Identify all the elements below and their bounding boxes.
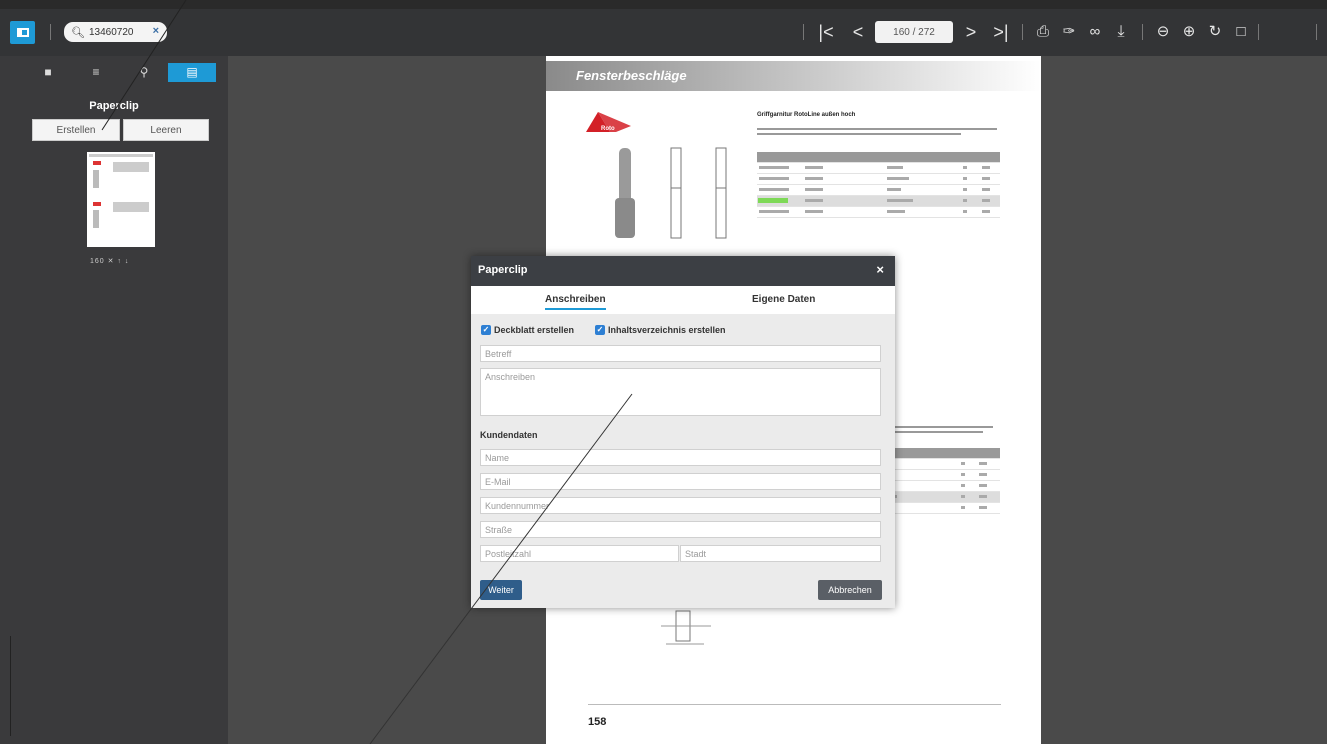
toolbar-divider (1142, 24, 1143, 40)
dialog-header: Paperclip × (471, 256, 895, 286)
city-field[interactable]: Stadt (680, 545, 881, 562)
cover-checkbox-label: Deckblatt erstellen (494, 325, 575, 335)
search-value: 13460720 (88, 26, 134, 38)
toc-checkbox[interactable]: ✓ (595, 325, 605, 335)
sidebar-toggle-icon (16, 28, 29, 37)
close-icon[interactable]: × (876, 262, 884, 277)
rotate-icon[interactable]: ↻ (1204, 23, 1226, 41)
cover-checkbox[interactable]: ✓ (481, 325, 491, 335)
page-header: Fensterbeschläge (546, 61, 1041, 91)
cover-checkbox-row[interactable]: ✓ Deckblatt erstellen (481, 325, 574, 335)
document-icon[interactable]: □ (1230, 23, 1252, 41)
toolbar-divider (1258, 24, 1259, 40)
toc-checkbox-row[interactable]: ✓ Inhaltsverzeichnis erstellen (595, 325, 726, 335)
paperclip-title: Paperclip (89, 100, 139, 112)
page-indicator: 160 / 272 (893, 26, 935, 38)
customer-section-label: Kundendaten (480, 430, 538, 440)
download-icon[interactable]: ⤓ (1110, 23, 1132, 41)
paperclip-dialog: Paperclip × Anschreiben Eigene Daten ✓ D… (471, 256, 895, 608)
subject-field[interactable]: Betreff (480, 345, 881, 362)
tab-outline[interactable]: ≡ (72, 63, 120, 82)
thumbnail-label[interactable]: 160 ✕ ↑ ↓ (90, 257, 129, 265)
product-description-2 (893, 426, 993, 436)
toolbar-divider (1316, 24, 1317, 40)
page-footer-rule (588, 704, 1001, 705)
product-drawing (615, 147, 727, 239)
search-input[interactable]: 🔍︎ 13460720 × (64, 22, 167, 42)
page-header-title: Fensterbeschläge (576, 68, 687, 83)
sidebar-divider (10, 636, 11, 736)
link-icon[interactable]: ∞ (1084, 23, 1106, 41)
toolbar: 🔍︎ 13460720 × |< < 160 / 272 > >| ⎙ ✑ ∞ … (0, 0, 1327, 56)
tab-search[interactable]: ⚲ (120, 63, 168, 82)
sidebar: ■ ≡ ⚲ ▤ Paperclip Erstellen Leeren 160 ✕… (0, 56, 228, 744)
product-title: Griffgarnitur RotoLine außen hoch (757, 112, 856, 118)
email-field[interactable]: E-Mail (480, 473, 881, 490)
dialog-title: Paperclip (478, 264, 528, 276)
customer-number-field[interactable]: Kundennummer (480, 497, 881, 514)
zip-field[interactable]: Postleitzahl (480, 545, 679, 562)
print-icon[interactable]: ⎙ (1032, 23, 1054, 41)
last-page-icon[interactable]: >| (990, 23, 1012, 41)
attachment-icon[interactable]: ✑ (1058, 23, 1080, 41)
toolbar-divider (1022, 24, 1023, 40)
clear-button[interactable]: Leeren (123, 119, 209, 141)
first-page-icon[interactable]: |< (815, 23, 837, 41)
next-button[interactable]: Weiter (480, 580, 522, 600)
create-button[interactable]: Erstellen (32, 119, 120, 141)
street-field[interactable]: Straße (480, 521, 881, 538)
cancel-button[interactable]: Abbrechen (818, 580, 882, 600)
spec-table (757, 152, 1000, 218)
zoom-in-icon[interactable]: ⊕ (1178, 23, 1200, 41)
next-page-icon[interactable]: > (960, 23, 982, 41)
toc-checkbox-label: Inhaltsverzeichnis erstellen (608, 325, 726, 335)
letter-textarea[interactable]: Anschreiben (480, 368, 881, 416)
page-number: 158 (588, 716, 607, 728)
search-icon: 🔍︎ (71, 26, 85, 39)
sidebar-toggle-button[interactable] (10, 21, 35, 44)
tab-thumbnails[interactable]: ■ (24, 63, 72, 82)
svg-text:Roto: Roto (601, 126, 615, 132)
toolbar-divider (803, 24, 804, 40)
zoom-out-icon[interactable]: ⊖ (1152, 23, 1174, 41)
prev-page-icon[interactable]: < (847, 23, 869, 41)
product-drawing-2 (661, 610, 711, 645)
tab-eigene-daten[interactable]: Eigene Daten (752, 294, 815, 305)
spec-table-2 (881, 448, 1000, 514)
page-number-input[interactable]: 160 / 272 (875, 21, 953, 43)
product-description (757, 128, 997, 142)
dialog-tabs: Anschreiben Eigene Daten (471, 286, 895, 314)
tab-paperclip[interactable]: ▤ (168, 63, 216, 82)
roto-logo: Roto (586, 112, 631, 132)
toolbar-divider (50, 24, 51, 40)
clear-search-icon[interactable]: × (153, 25, 159, 37)
page-thumbnail[interactable] (87, 152, 155, 247)
tab-anschreiben[interactable]: Anschreiben (545, 294, 606, 310)
name-field[interactable]: Name (480, 449, 881, 466)
